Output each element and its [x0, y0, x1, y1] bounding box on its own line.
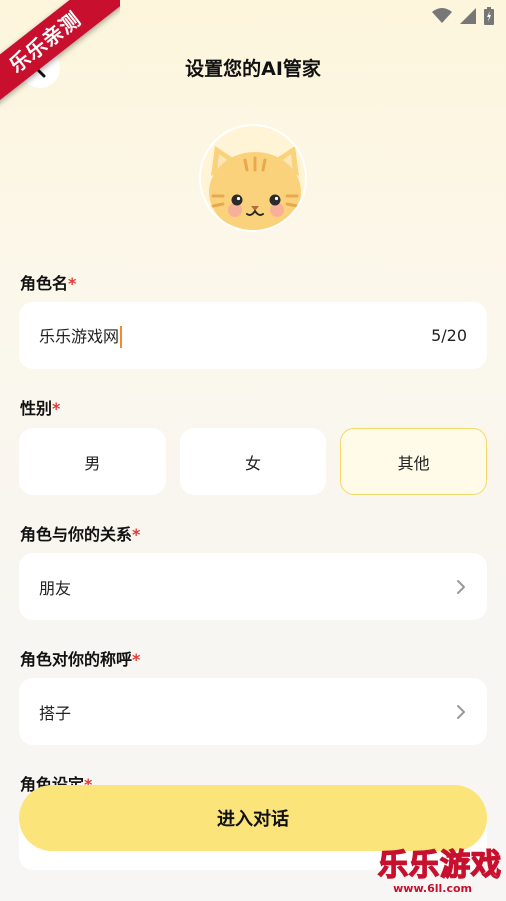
- relationship-select[interactable]: 朋友: [19, 553, 487, 620]
- char-counter: 5/20: [431, 326, 467, 345]
- address-label: 角色对你的称呼*: [20, 650, 141, 669]
- cat-face-icon: [201, 126, 305, 230]
- watermark-text: 乐乐游戏: [377, 848, 502, 883]
- required-mark: *: [52, 399, 61, 418]
- gender-option-male[interactable]: 男: [19, 428, 166, 495]
- ribbon-watermark: 乐乐亲测: [0, 0, 120, 110]
- battery-icon: [484, 7, 494, 25]
- role-name-label: 角色名*: [20, 274, 77, 293]
- cat-avatar[interactable]: [199, 124, 307, 232]
- address-select[interactable]: 搭子: [19, 678, 487, 745]
- role-name-input[interactable]: 乐乐游戏网 5/20: [19, 302, 487, 369]
- site-watermark: 乐乐游戏 www.6ll.com: [377, 848, 502, 895]
- address-value: 搭子: [39, 703, 72, 723]
- gender-label: 性别*: [20, 399, 61, 418]
- text-caret: [120, 326, 123, 349]
- enter-chat-button[interactable]: 进入对话: [19, 785, 487, 851]
- gender-option-other[interactable]: 其他: [340, 428, 488, 495]
- required-mark: *: [132, 525, 141, 544]
- gender-option-female[interactable]: 女: [179, 428, 327, 495]
- chevron-right-icon: [457, 704, 465, 719]
- required-mark: *: [68, 274, 77, 293]
- ribbon-text: 乐乐亲测: [0, 0, 120, 109]
- required-mark: *: [132, 650, 141, 669]
- relationship-label: 角色与你的关系*: [20, 525, 141, 544]
- watermark-url: www.6ll.com: [393, 882, 472, 895]
- signal-icon: [460, 8, 476, 24]
- gender-options: 男 女 其他: [19, 428, 488, 495]
- role-name-value: 乐乐游戏网: [39, 326, 120, 346]
- wifi-icon: [432, 8, 452, 23]
- relationship-value: 朋友: [39, 578, 72, 598]
- role-name-value-wrap: 乐乐游戏网: [39, 323, 431, 349]
- chevron-right-icon: [457, 579, 465, 594]
